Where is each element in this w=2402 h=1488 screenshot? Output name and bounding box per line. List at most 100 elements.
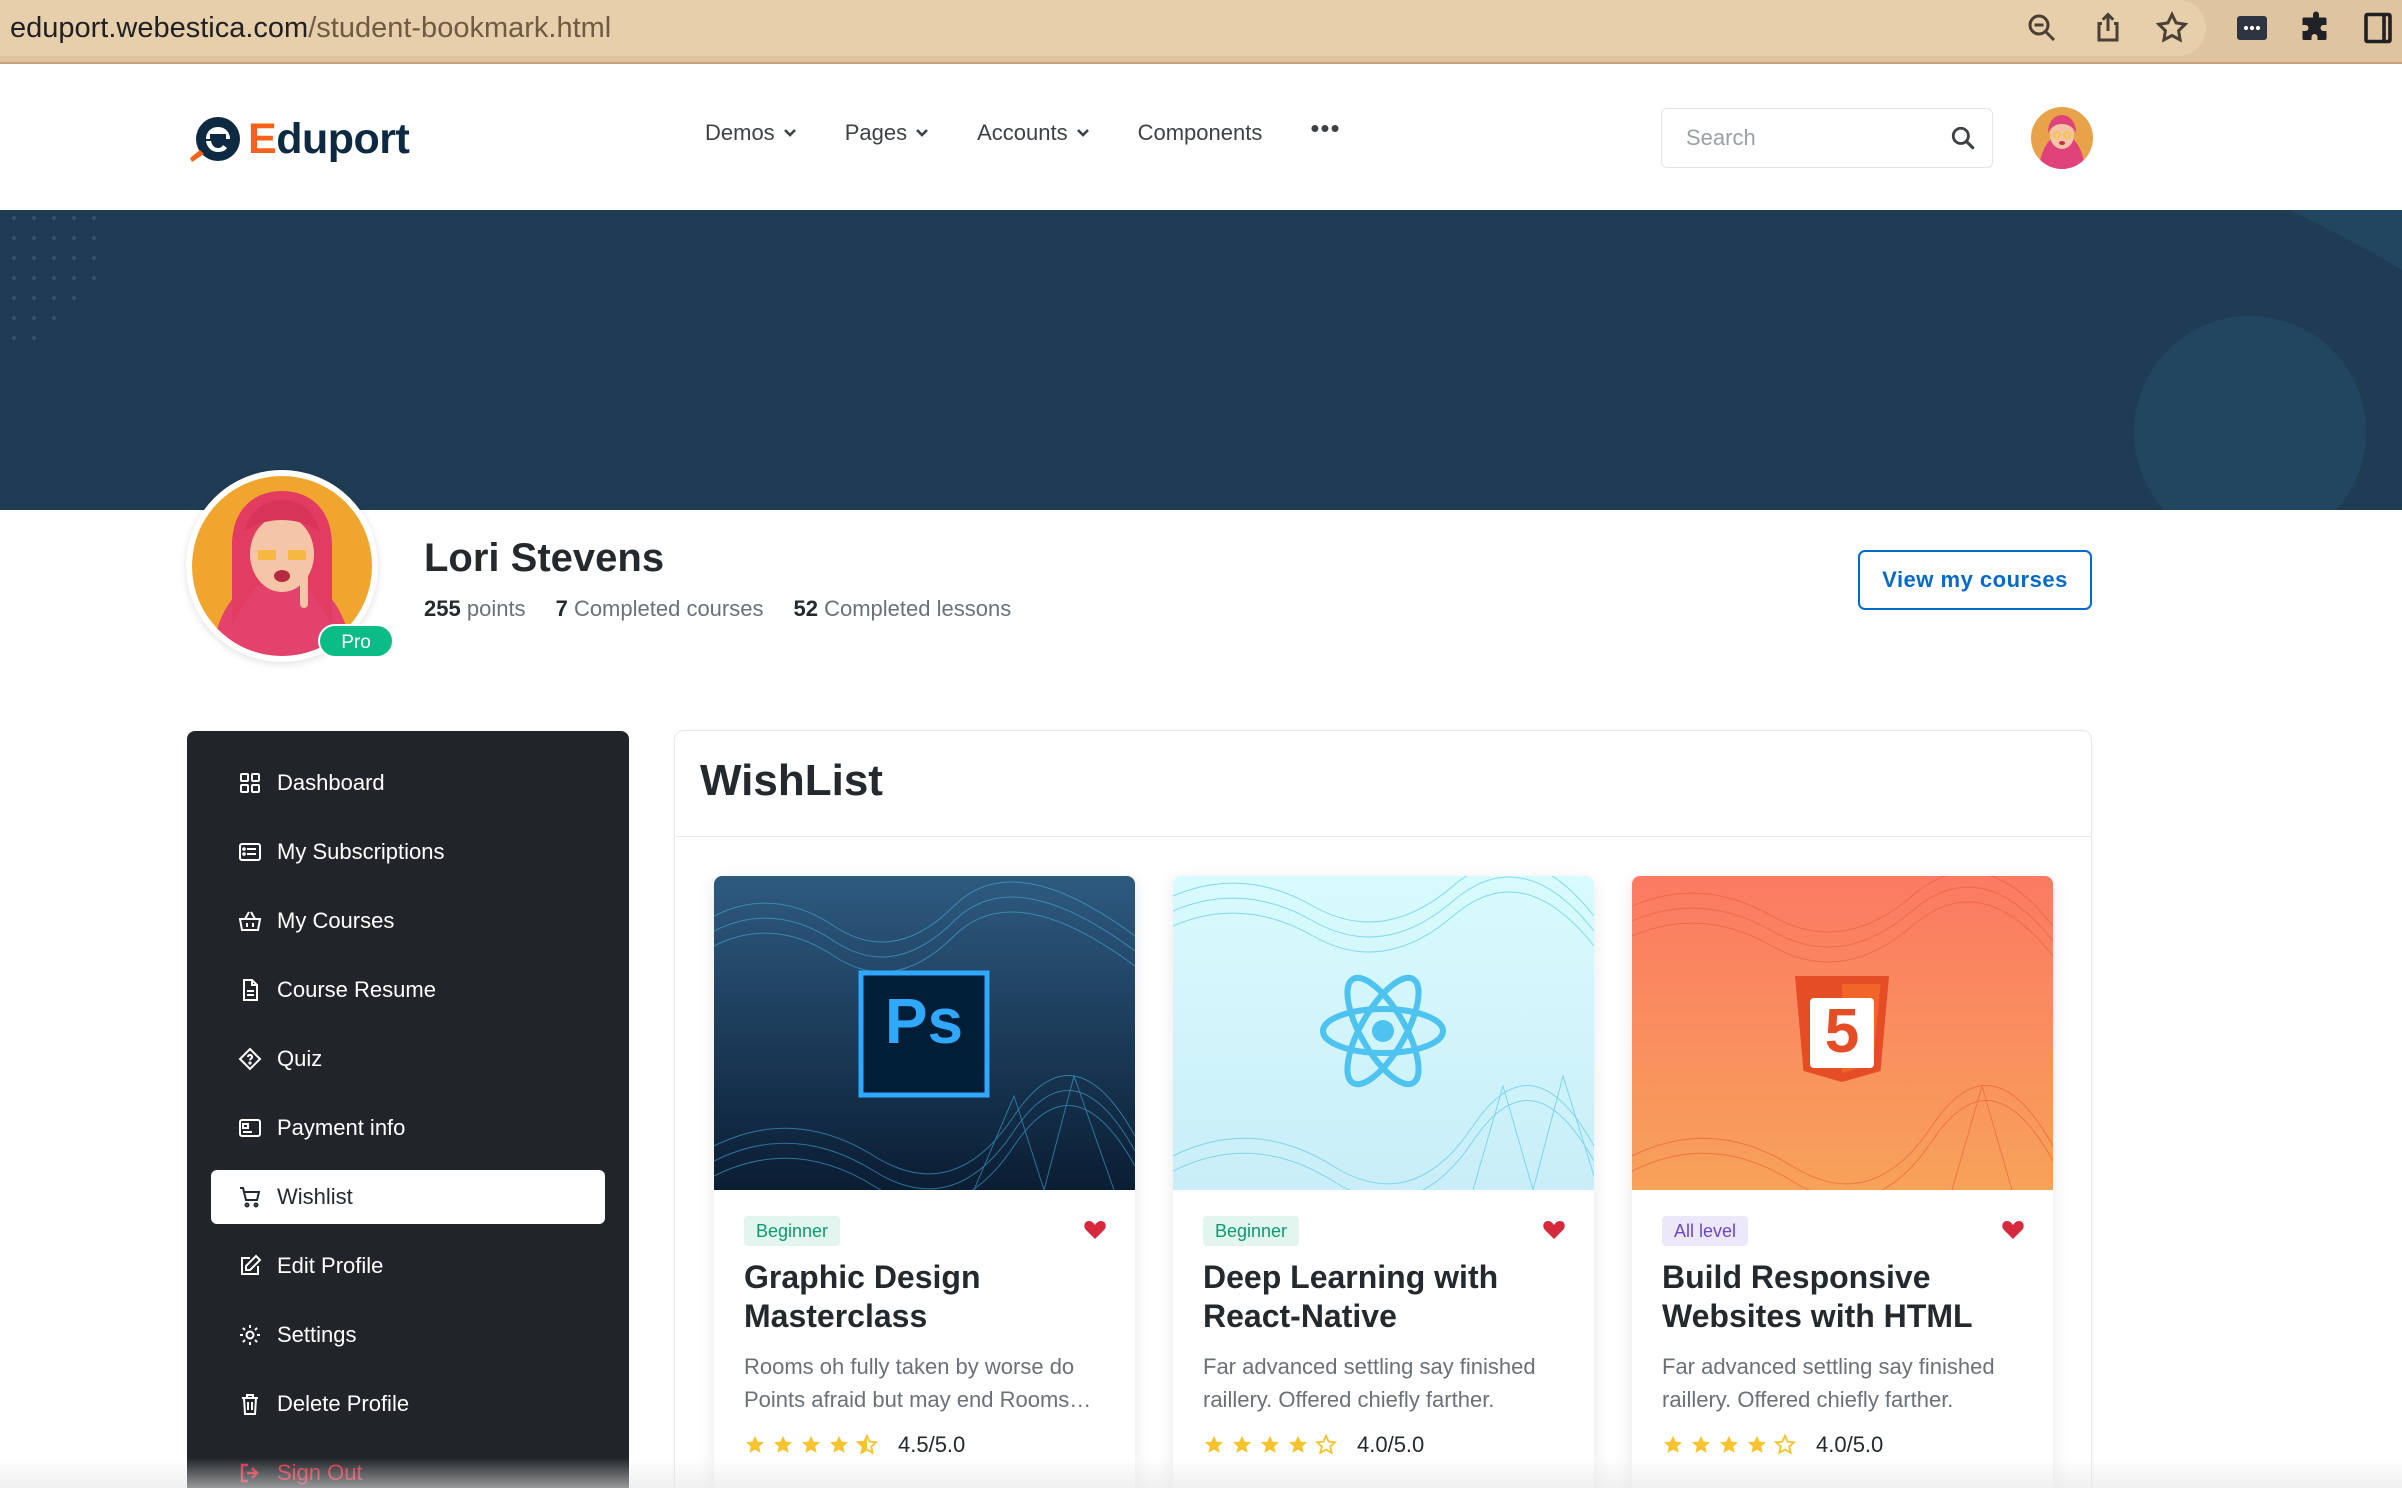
view-my-courses-button[interactable]: View my courses [1858, 550, 2092, 610]
star-full-icon [1261, 1435, 1279, 1453]
sidebar-item-wishlist[interactable]: Wishlist [211, 1170, 605, 1224]
rating-text: 4.5/5.0 [898, 1432, 966, 1457]
sidebar-item-settings[interactable]: Settings [211, 1308, 605, 1362]
browser-toolbar: eduport.webestica.com/student-bookmark.h… [0, 0, 2402, 64]
heart-icon[interactable] [2001, 1218, 2025, 1240]
share-icon[interactable] [2090, 10, 2126, 46]
rating-text: 4.0/5.0 [1816, 1432, 1884, 1457]
search-input[interactable] [1662, 109, 1922, 167]
sidebar-item-payment-info[interactable]: Payment info [211, 1101, 605, 1155]
sidebar-item-my-courses[interactable]: My Courses [211, 894, 605, 948]
nav-components[interactable]: Components [1138, 120, 1263, 146]
star-full-icon [1233, 1435, 1251, 1453]
url-host: eduport.webestica.com [10, 12, 309, 44]
course-card[interactable]: Beginner Deep Learning with React-Native… [1173, 876, 1594, 1488]
eduport-logo[interactable]: Eduport [186, 112, 410, 166]
chevron-down-icon [916, 129, 928, 137]
sidebar-item-delete-profile[interactable]: Delete Profile [211, 1377, 605, 1431]
course-title[interactable]: Deep Learning with React-Native [1203, 1258, 1573, 1336]
heart-icon[interactable] [1083, 1218, 1107, 1240]
rating-text: 4.0/5.0 [1357, 1432, 1425, 1457]
zoom-icon[interactable] [2024, 10, 2060, 46]
extension-icon[interactable] [2234, 10, 2270, 46]
course-description: Far advanced settling say finished raill… [1662, 1354, 1995, 1412]
logo-mark-icon [190, 117, 240, 162]
star-full-icon [746, 1435, 764, 1453]
profile-stats: 255 points 7 Completed courses 52 Comple… [424, 596, 1041, 622]
stat-points: 255 points [424, 596, 526, 621]
url-path: /student-bookmark.html [308, 12, 612, 44]
star-half-icon [856, 1434, 878, 1455]
course-description: Far advanced settling say finished raill… [1203, 1354, 1536, 1412]
star-full-icon [830, 1435, 848, 1453]
site-header: Eduport Demos Pages Accounts Components … [0, 64, 2402, 210]
nav-accounts[interactable]: Accounts [977, 120, 1090, 146]
sidebar: Dashboard My Subscriptions My Courses Co… [187, 731, 629, 1488]
level-badge: Beginner [744, 1216, 841, 1246]
trash-icon [237, 1391, 263, 1417]
course-rating: 4.0/5.0 [1203, 1432, 1424, 1458]
course-rating: 4.5/5.0 [744, 1432, 965, 1458]
star-full-icon [1720, 1435, 1738, 1453]
html5-logo-text: 5 [1824, 997, 1860, 1066]
photoshop-logo-text: Ps [884, 985, 964, 1057]
star-empty-icon [1774, 1434, 1796, 1455]
star-full-icon [1205, 1435, 1223, 1453]
course-rating: 4.0/5.0 [1662, 1432, 1883, 1458]
course-card[interactable]: 5 All level Build Responsive Websites wi… [1632, 876, 2053, 1488]
avatar-image [2031, 107, 2093, 169]
stat-completed-courses: 7 Completed courses [555, 596, 764, 621]
cart-icon [237, 1184, 263, 1210]
star-empty-icon [1315, 1434, 1337, 1455]
nav-more-icon[interactable]: ••• [1310, 113, 1340, 144]
pro-badge: Pro [318, 624, 394, 658]
wishlist-title: WishList [700, 756, 883, 805]
card-list-icon [237, 839, 263, 865]
search-icon[interactable] [1950, 125, 1976, 151]
nav-demos[interactable]: Demos [705, 120, 797, 146]
course-thumbnail[interactable] [1173, 876, 1594, 1190]
course-description: Rooms oh fully taken by worse do Points … [744, 1354, 1092, 1412]
level-badge: All level [1662, 1216, 1749, 1246]
stat-completed-lessons: 52 Completed lessons [793, 596, 1012, 621]
divider [675, 836, 2091, 837]
pencil-square-icon [237, 1253, 263, 1279]
star-full-icon [1664, 1435, 1682, 1453]
gear-icon [237, 1322, 263, 1348]
level-badge: Beginner [1203, 1216, 1300, 1246]
star-full-icon [1748, 1435, 1766, 1453]
profile-name: Lori Stevens [424, 536, 665, 580]
course-title[interactable]: Build Responsive Websites with HTML [1662, 1258, 2032, 1336]
credit-card-icon [237, 1115, 263, 1141]
course-thumbnail[interactable]: 5 [1632, 876, 2053, 1190]
sidebar-item-subscriptions[interactable]: My Subscriptions [211, 825, 605, 879]
heart-icon[interactable] [1542, 1218, 1566, 1240]
sidebar-item-dashboard[interactable]: Dashboard [211, 756, 605, 810]
banner-decoration [12, 210, 2402, 510]
dashboard-icon [237, 770, 263, 796]
sidebar-item-quiz[interactable]: Quiz [211, 1032, 605, 1086]
address-text[interactable]: eduport.webestica.com/student-bookmark.h… [10, 12, 611, 45]
course-title[interactable]: Graphic Design Masterclass [744, 1258, 1114, 1336]
nav-pages[interactable]: Pages [845, 120, 929, 146]
star-full-icon [1289, 1435, 1307, 1453]
course-card[interactable]: Ps Beginner Graphic Design Masterclass R… [714, 876, 1135, 1488]
star-full-icon [774, 1435, 792, 1453]
sidebar-panel-icon[interactable] [2360, 10, 2396, 46]
user-avatar[interactable] [2031, 107, 2093, 169]
basket-icon [237, 908, 263, 934]
address-bar[interactable]: eduport.webestica.com/student-bookmark.h… [0, 0, 2206, 56]
sign-out-icon [237, 1460, 263, 1486]
star-full-icon [1692, 1435, 1710, 1453]
bookmark-star-icon[interactable] [2154, 10, 2190, 46]
course-thumbnail[interactable]: Ps [714, 876, 1135, 1190]
search-box [1661, 108, 1993, 168]
patch-question-icon [237, 1046, 263, 1072]
sidebar-item-edit-profile[interactable]: Edit Profile [211, 1239, 605, 1293]
puzzle-icon[interactable] [2298, 10, 2334, 46]
sidebar-item-course-resume[interactable]: Course Resume [211, 963, 605, 1017]
chevron-down-icon [783, 129, 796, 137]
logo-text: Eduport [248, 114, 410, 163]
star-full-icon [802, 1435, 820, 1453]
sidebar-item-sign-out[interactable]: Sign Out [211, 1446, 605, 1488]
